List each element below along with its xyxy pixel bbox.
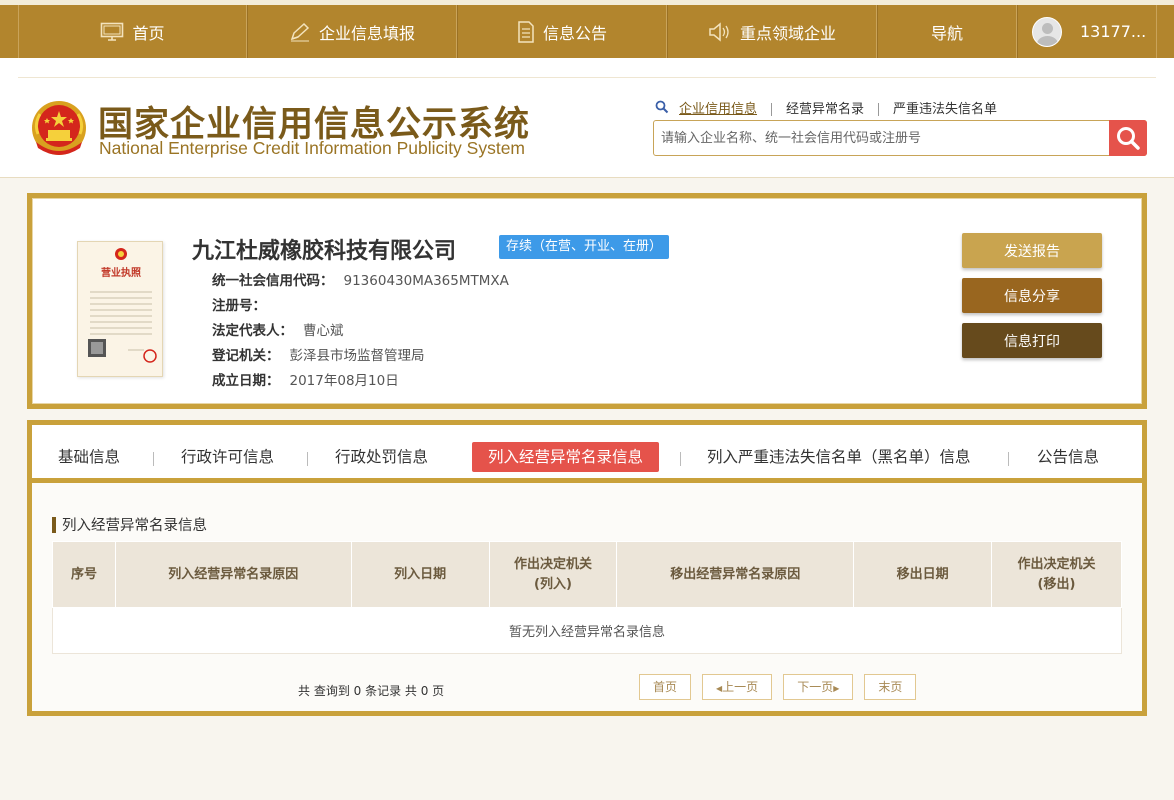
tab-divider	[680, 452, 681, 466]
pagination: 首页 ◀上一页 下一页▶ 末页	[639, 674, 917, 700]
legal-rep-value: 曹心斌	[303, 323, 344, 339]
section-marker	[52, 516, 56, 533]
detail-panel: 基础信息 行政许可信息 行政处罚信息 列入经营异常名录信息 列入严重违法失信名单…	[27, 420, 1147, 716]
nav-home-label: 首页	[132, 23, 165, 43]
nav-navigation-label: 导航	[930, 23, 963, 43]
prev-page-button[interactable]: ◀上一页	[702, 674, 773, 700]
authority-value: 彭泽县市场监督管理局	[289, 348, 425, 364]
user-phone: 13177...	[1080, 22, 1147, 41]
site-header: 国家企业信用信息公示系统 National Enterprise Credit …	[0, 58, 1174, 178]
chevron-right-icon: ▶	[833, 684, 840, 693]
link-serious-violation[interactable]: 严重违法失信名单	[878, 102, 1011, 116]
table-row: 暂无列入经营异常名录信息	[52, 607, 1122, 654]
tab-content: 列入经营异常名录信息 序号 列入经营异常名录原因 列入日期 作出决定机关 (列入)…	[32, 483, 1142, 711]
col-index: 序号	[52, 541, 116, 608]
legal-rep-row: 法定代表人： 曹心斌	[212, 319, 344, 339]
first-page-button[interactable]: 首页	[639, 674, 692, 700]
est-date-value: 2017年08月10日	[289, 373, 399, 389]
last-page-button[interactable]: 末页	[864, 674, 917, 700]
monitor-icon	[100, 22, 124, 42]
site-subtitle: National Enterprise Credit Information P…	[99, 138, 526, 158]
credit-code-label: 统一社会信用代码：	[212, 273, 334, 289]
section-title: 列入经营异常名录信息	[52, 514, 207, 535]
status-badge: 存续（在营、开业、在册）	[499, 235, 670, 259]
tab-basic-info[interactable]: 基础信息	[58, 442, 120, 472]
nav-home[interactable]: 首页	[18, 5, 247, 58]
col-remove-authority: 作出决定机关 (移出)	[991, 541, 1122, 608]
authority-label: 登记机关：	[212, 348, 280, 364]
send-report-button[interactable]: 发送报告	[962, 233, 1102, 268]
document-icon	[517, 20, 535, 43]
link-enterprise-credit[interactable]: 企业信用信息	[669, 103, 771, 116]
search-box	[653, 120, 1147, 156]
credit-code-value: 91360430MA365MTMXA	[343, 273, 509, 289]
empty-message: 暂无列入经营异常名录信息	[52, 607, 1122, 654]
nav-notice[interactable]: 信息公告	[457, 5, 667, 58]
record-count: 共 查询到 0 条记录 共 0 页	[298, 684, 445, 698]
col-list-date: 列入日期	[350, 541, 490, 608]
company-card: 营业执照 九江杜威橡胶科技有限公司 存续（在营、开业、在册） 统一社会信用代码：…	[27, 193, 1147, 409]
tab-abnormal-list[interactable]: 列入经营异常名录信息	[472, 442, 660, 472]
business-license-image[interactable]: 营业执照	[77, 241, 163, 377]
tab-divider	[1008, 452, 1009, 466]
license-graphic: 营业执照	[88, 248, 157, 363]
tab-divider	[153, 452, 154, 466]
est-date-label: 成立日期：	[212, 373, 280, 389]
col-remove-authority-text: 作出决定机关 (移出)	[1017, 556, 1096, 592]
tab-announcement[interactable]: 公告信息	[1037, 442, 1099, 472]
est-date-row: 成立日期： 2017年08月10日	[212, 369, 399, 389]
nav-info-fill-label: 企业信息填报	[318, 23, 415, 43]
search-button[interactable]	[1109, 120, 1147, 156]
tab-divider	[307, 452, 308, 466]
abnormal-list-table: 序号 列入经营异常名录原因 列入日期 作出决定机关 (列入) 移出经营异常名录原因…	[52, 541, 1122, 654]
avatar	[1032, 16, 1062, 47]
license-title: 营业执照	[101, 266, 141, 279]
national-emblem-icon	[32, 101, 86, 155]
reg-number-row: 注册号：	[212, 294, 276, 314]
pen-icon	[289, 22, 311, 42]
share-info-button[interactable]: 信息分享	[962, 278, 1102, 313]
legal-rep-label: 法定代表人：	[212, 323, 293, 339]
nav-info-fill[interactable]: 企业信息填报	[247, 5, 457, 58]
reg-number-label: 注册号：	[212, 298, 266, 314]
divider	[18, 77, 1156, 78]
authority-row: 登记机关： 彭泽县市场监督管理局	[212, 344, 425, 364]
print-info-button[interactable]: 信息打印	[962, 323, 1102, 358]
tab-blacklist[interactable]: 列入严重违法失信名单（黑名单）信息	[707, 442, 971, 472]
col-list-authority-text: 作出决定机关 (列入)	[513, 556, 592, 592]
speaker-icon	[708, 21, 732, 42]
search-input[interactable]	[654, 121, 1110, 155]
nav-notice-label: 信息公告	[542, 23, 607, 43]
credit-code-row: 统一社会信用代码： 91360430MA365MTMXA	[212, 269, 509, 289]
section-title-text: 列入经营异常名录信息	[62, 518, 207, 534]
tab-admin-license[interactable]: 行政许可信息	[181, 442, 274, 472]
col-list-reason: 列入经营异常名录原因	[114, 541, 352, 608]
col-list-authority: 作出决定机关 (列入)	[488, 541, 618, 608]
company-name: 九江杜威橡胶科技有限公司	[192, 239, 457, 264]
user-menu[interactable]: 13177...	[1017, 5, 1157, 58]
nav-key-field[interactable]: 重点领域企业	[667, 5, 877, 58]
search-icon	[1117, 127, 1140, 150]
nav-key-field-label: 重点领域企业	[739, 23, 836, 43]
tab-admin-penalty[interactable]: 行政处罚信息	[335, 442, 428, 472]
prev-page-label: 上一页	[722, 680, 759, 694]
table-header-row: 序号 列入经营异常名录原因 列入日期 作出决定机关 (列入) 移出经营异常名录原因…	[52, 541, 1122, 608]
col-remove-date: 移出日期	[853, 541, 993, 608]
link-abnormal-list[interactable]: 经营异常名录	[771, 102, 878, 116]
search-mini-icon	[655, 100, 669, 118]
top-nav: 首页 企业信息填报 信息公告 重点领域企业 导航 13177...	[0, 0, 1174, 58]
col-remove-reason: 移出经营异常名录原因	[616, 541, 855, 608]
next-page-label: 下一页	[797, 680, 834, 694]
next-page-button[interactable]: 下一页▶	[783, 674, 854, 700]
nav-navigation[interactable]: 导航	[877, 5, 1017, 58]
search-type-links: 企业信用信息 经营异常名录 严重违法失信名单	[655, 100, 1011, 118]
tab-bar: 基础信息 行政许可信息 行政处罚信息 列入经营异常名录信息 列入严重违法失信名单…	[32, 425, 1142, 483]
